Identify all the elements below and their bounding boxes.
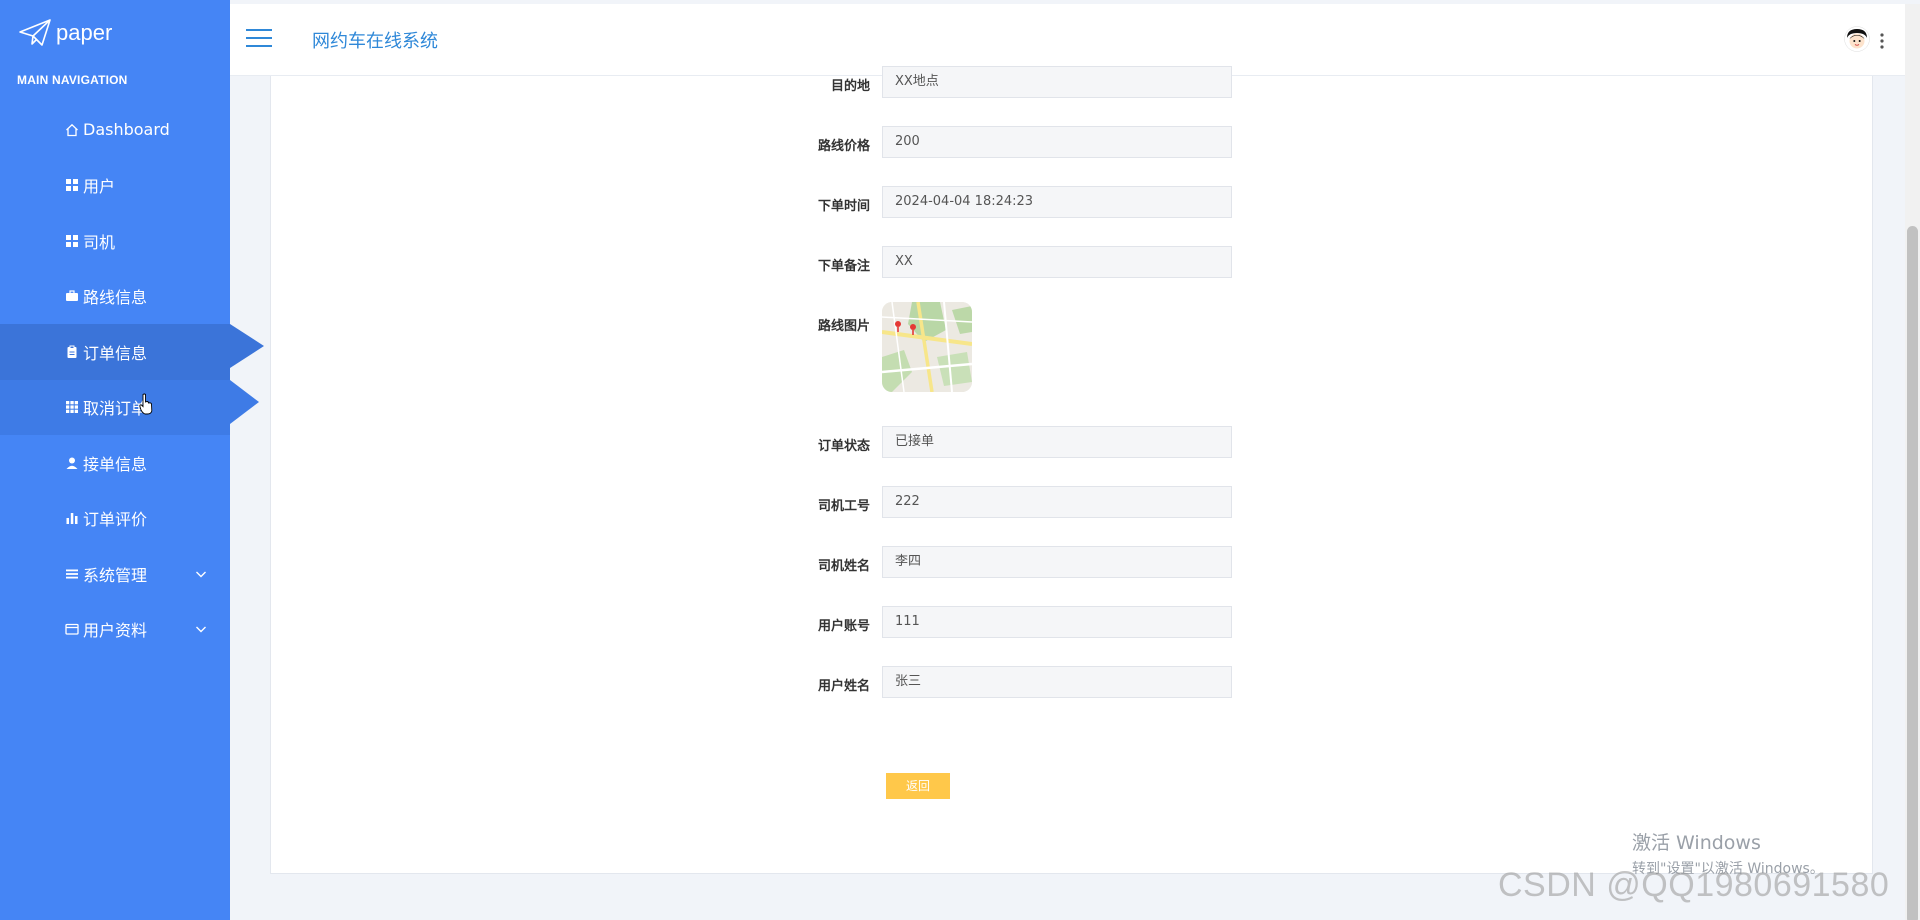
sidebar-item-label: 用户 xyxy=(83,177,116,197)
grid-icon xyxy=(64,233,80,249)
user-name-input[interactable]: 张三 xyxy=(882,666,1232,698)
sidebar-item-routes[interactable]: 路线信息 xyxy=(0,269,230,325)
page-scrollbar[interactable] xyxy=(1905,4,1920,920)
watermark-line1: 激活 Windows xyxy=(1632,832,1761,854)
sidebar-item-label: 订单评价 xyxy=(83,510,148,530)
back-button[interactable]: 返回 xyxy=(886,773,950,799)
sidebar-item-label: 系统管理 xyxy=(83,565,148,585)
destination-input[interactable]: XX地点 xyxy=(882,66,1232,98)
grid-icon xyxy=(64,177,80,193)
sidebar-item-drivers[interactable]: 司机 xyxy=(0,213,230,269)
sidebar-menu: Dashboard 用户 司机 路线信息 订单信息 取消订单 接单信息 订单评价… xyxy=(0,102,264,658)
route-map-image[interactable] xyxy=(882,302,972,392)
sidebar-item-label: 订单信息 xyxy=(83,343,148,363)
user-icon xyxy=(64,455,80,471)
field-label-route-price: 路线价格 xyxy=(817,139,870,154)
brand-name: paper xyxy=(56,20,113,45)
sidebar: paper MAIN NAVIGATION Dashboard 用户 司机 路线 xyxy=(0,0,264,920)
nav-section-title: MAIN NAVIGATION xyxy=(17,73,128,87)
driver-name-input[interactable]: 李四 xyxy=(882,546,1232,578)
hand-cursor-icon xyxy=(139,393,153,415)
sidebar-item-label: 司机 xyxy=(83,232,116,252)
route-price-input[interactable]: 200 xyxy=(882,126,1232,158)
sidebar-item-user-profile[interactable]: 用户资料 xyxy=(0,602,230,658)
order-note-input[interactable]: XX xyxy=(882,246,1232,278)
driver-id-input[interactable]: 222 xyxy=(882,486,1232,518)
avatar[interactable] xyxy=(1844,26,1870,52)
field-label-driver-name: 司机姓名 xyxy=(817,559,870,574)
order-detail-panel: 目的地 XX地点路线价格 200 下单时间 2024-04-04 18:24:23 下单备… xyxy=(270,66,1873,874)
order-status-input[interactable]: 已接单 xyxy=(882,426,1232,458)
user-account-input[interactable]: 111 xyxy=(882,606,1232,638)
bar-chart-icon xyxy=(64,510,80,526)
sidebar-item-dashboard[interactable]: Dashboard xyxy=(0,102,230,158)
sidebar-item-label: 接单信息 xyxy=(83,454,148,474)
sidebar-item-accepted-orders[interactable]: 接单信息 xyxy=(0,435,230,491)
menu-toggle-icon[interactable] xyxy=(246,29,272,49)
app-title: 网约车在线系统 xyxy=(312,31,438,52)
scrollbar-thumb[interactable] xyxy=(1907,226,1918,920)
brand-logo[interactable]: paper xyxy=(18,18,112,48)
apps-icon xyxy=(64,399,80,415)
field-label-order-note: 下单备注 xyxy=(817,259,870,274)
sidebar-item-users[interactable]: 用户 xyxy=(0,158,230,214)
sidebar-item-label: Dashboard xyxy=(83,120,170,140)
field-label-route-image: 路线图片 xyxy=(817,319,870,334)
sidebar-item-label: 用户资料 xyxy=(83,621,148,641)
sidebar-item-cancel-orders[interactable]: 取消订单 xyxy=(0,379,259,435)
field-label-user-account: 用户账号 xyxy=(817,619,870,634)
csdn-watermark: CSDN @QQ1980691580 xyxy=(1498,866,1890,904)
briefcase-icon xyxy=(64,288,80,304)
chevron-down-icon xyxy=(196,626,206,633)
sidebar-item-orders[interactable]: 订单信息 xyxy=(0,324,264,380)
list-icon xyxy=(64,566,80,582)
more-options-icon[interactable] xyxy=(1879,32,1885,50)
sidebar-item-system-management[interactable]: 系统管理 xyxy=(0,546,230,602)
field-label-destination: 目的地 xyxy=(830,79,870,94)
field-label-user-name: 用户姓名 xyxy=(817,679,870,694)
sidebar-item-label: 路线信息 xyxy=(83,288,148,308)
home-icon xyxy=(64,122,80,138)
field-label-order-status: 订单状态 xyxy=(817,439,870,454)
chevron-down-icon xyxy=(196,571,206,578)
sidebar-item-order-reviews[interactable]: 订单评价 xyxy=(0,491,230,547)
field-label-order-time: 下单时间 xyxy=(817,199,870,214)
map-thumbnail xyxy=(882,302,972,392)
paper-plane-icon xyxy=(19,19,51,46)
sidebar-item-label: 取消订单 xyxy=(83,399,148,419)
card-icon xyxy=(64,621,80,637)
clipboard-icon xyxy=(64,344,80,360)
field-label-driver-id: 司机工号 xyxy=(817,499,870,514)
order-time-input[interactable]: 2024-04-04 18:24:23 xyxy=(882,186,1232,218)
